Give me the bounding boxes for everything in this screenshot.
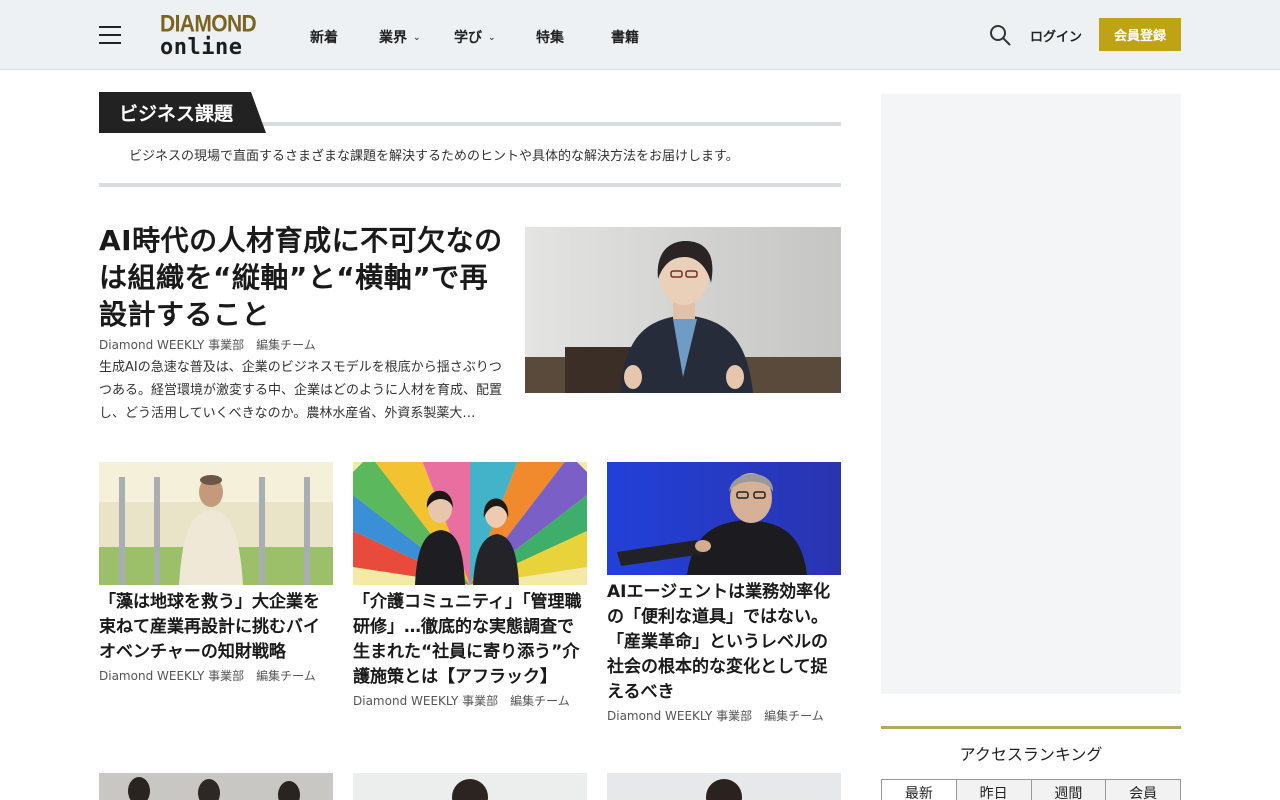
article-card-image[interactable] bbox=[607, 773, 841, 800]
login-link[interactable]: ログイン bbox=[1030, 26, 1082, 45]
search-icon[interactable] bbox=[989, 24, 1011, 46]
ranking-tab-members[interactable]: 会員 bbox=[1106, 780, 1180, 800]
nav-item-label: 業界 bbox=[379, 30, 407, 46]
feature-article-image[interactable] bbox=[525, 227, 841, 393]
nav-item-label: 新着 bbox=[310, 30, 338, 46]
nav-item-industry[interactable]: 業界 ⌄ bbox=[379, 27, 421, 47]
article-card-title[interactable]: 「介護コミュニティ」「管理職研修」…徹底的な実態調査で生まれた“社員に寄り添う”… bbox=[353, 590, 587, 690]
site-header: DIAMOND online 新着 業界 ⌄ 学び ⌄ 特集 書籍 ログイン 会員登… bbox=[0, 0, 1280, 70]
chevron-down-icon: ⌄ bbox=[488, 33, 496, 43]
article-card-author: Diamond WEEKLY 事業部 編集チーム bbox=[99, 669, 316, 683]
nav-item-label: 学び bbox=[454, 30, 482, 46]
logo-text-bottom: online bbox=[160, 35, 243, 60]
ranking-divider bbox=[881, 726, 1181, 729]
article-card-image[interactable] bbox=[607, 462, 841, 575]
chevron-down-icon: ⌄ bbox=[413, 33, 421, 43]
feature-article-author: Diamond WEEKLY 事業部 編集チーム bbox=[99, 338, 316, 352]
ranking-tabs: 最新 昨日 週間 会員 bbox=[881, 779, 1181, 800]
article-card-author: Diamond WEEKLY 事業部 編集チーム bbox=[353, 694, 570, 708]
sidebar-ad-slot bbox=[881, 94, 1181, 694]
nav-item-special[interactable]: 特集 bbox=[536, 27, 564, 47]
article-card-image[interactable] bbox=[99, 462, 333, 585]
logo-text-top: DIAMOND bbox=[160, 10, 257, 38]
nav-item-new[interactable]: 新着 bbox=[310, 27, 338, 47]
article-card-title[interactable]: AIエージェントは業務効率化の「便利な道具」ではない。「産業革命」というレベルの… bbox=[607, 580, 841, 705]
site-logo[interactable]: DIAMOND online bbox=[160, 10, 262, 60]
section-divider-bottom bbox=[99, 183, 841, 187]
section-title: ビジネス課題 bbox=[99, 92, 266, 133]
section-description: ビジネスの現場で直面するさまざまな課題を解決するためのヒントや具体的な解決方法を… bbox=[129, 149, 739, 164]
ranking-tab-latest[interactable]: 最新 bbox=[882, 780, 957, 800]
feature-article-summary: 生成AIの急速な普及は、企業のビジネスモデルを根底から揺さぶりつつある。経営環境… bbox=[99, 360, 503, 421]
ranking-tab-yesterday[interactable]: 昨日 bbox=[956, 780, 1032, 800]
ranking-title: アクセスランキング bbox=[959, 745, 1103, 764]
article-card-image[interactable] bbox=[353, 462, 587, 585]
register-button[interactable]: 会員登録 bbox=[1099, 18, 1181, 51]
article-card-author: Diamond WEEKLY 事業部 編集チーム bbox=[607, 709, 824, 723]
nav-item-learning[interactable]: 学び ⌄ bbox=[454, 27, 496, 47]
menu-icon[interactable] bbox=[99, 26, 121, 44]
nav-item-label: 特集 bbox=[536, 30, 564, 46]
nav-item-books[interactable]: 書籍 bbox=[611, 27, 639, 47]
article-card[interactable]: 「介護コミュニティ」「管理職研修」…徹底的な実態調査で生まれた“社員に寄り添う”… bbox=[353, 462, 587, 709]
section-divider bbox=[259, 122, 841, 126]
article-card-title[interactable]: 「藻は地球を救う」大企業を束ねて産業再設計に挑むバイオベンチャーの知財戦略 bbox=[99, 590, 333, 665]
ranking-tab-weekly[interactable]: 週間 bbox=[1031, 780, 1107, 800]
article-card-image[interactable] bbox=[353, 773, 587, 800]
feature-article-title[interactable]: AI時代の人材育成に不可欠なのは組織を“縦軸”と“横軸”で再設計すること bbox=[99, 222, 514, 333]
nav-item-label: 書籍 bbox=[611, 30, 639, 46]
article-card[interactable]: 「藻は地球を救う」大企業を束ねて産業再設計に挑むバイオベンチャーの知財戦略 Di… bbox=[99, 462, 333, 684]
article-card-image[interactable] bbox=[99, 773, 333, 800]
article-card[interactable]: AIエージェントは業務効率化の「便利な道具」ではない。「産業革命」というレベルの… bbox=[607, 462, 841, 724]
section-heading: ビジネス課題 bbox=[99, 92, 841, 133]
